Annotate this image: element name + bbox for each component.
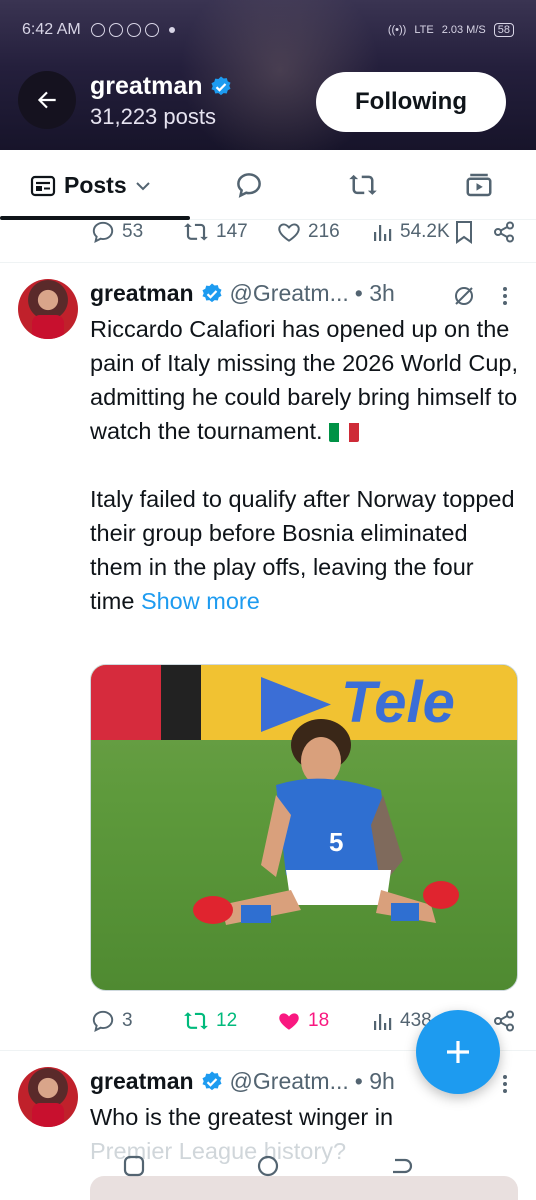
- like-button[interactable]: 216: [276, 217, 340, 247]
- views-chart-icon: [374, 1014, 392, 1030]
- like-button[interactable]: 18: [276, 1006, 329, 1036]
- repost-button[interactable]: 147: [182, 217, 248, 247]
- tab-replies-icon[interactable]: [234, 170, 264, 200]
- like-count: 18: [308, 1010, 330, 1031]
- reply-button[interactable]: 53: [90, 217, 143, 247]
- grok-icon[interactable]: [452, 284, 476, 308]
- tweet-paragraph-1: Riccardo Calafiori has opened up on the …: [90, 316, 519, 444]
- recent-apps-icon[interactable]: [122, 1154, 146, 1178]
- signal-icon: ((•)): [387, 24, 407, 36]
- notification-icons: [90, 23, 159, 37]
- chevron-down-icon: [135, 181, 150, 190]
- more-options-icon[interactable]: [500, 1072, 510, 1096]
- battery-icon: 58: [493, 23, 514, 37]
- author-name[interactable]: greatman: [90, 1068, 194, 1095]
- following-button[interactable]: Following: [316, 72, 506, 132]
- arrow-left-icon: [37, 91, 56, 109]
- more-options-icon[interactable]: [500, 284, 510, 308]
- reply-icon: [92, 1010, 114, 1032]
- author-name[interactable]: greatman: [90, 280, 194, 307]
- show-more-link[interactable]: Show more: [141, 588, 260, 614]
- reply-count: 3: [122, 1010, 133, 1031]
- tweet-line-1: Who is the greatest winger in: [90, 1104, 394, 1130]
- reply-icon: [92, 221, 114, 243]
- tweet-image[interactable]: Tele 5: [90, 664, 518, 991]
- author-handle[interactable]: @Greatm...: [230, 280, 349, 307]
- verified-badge-icon: [202, 283, 222, 302]
- bookmark-icon[interactable]: [454, 220, 474, 244]
- plus-icon: [447, 1041, 469, 1063]
- home-icon[interactable]: [256, 1154, 280, 1178]
- repost-count: 12: [216, 1010, 238, 1031]
- like-count: 216: [308, 221, 340, 242]
- jersey-number: 5: [329, 827, 344, 857]
- author-handle[interactable]: @Greatm...: [230, 1068, 349, 1095]
- previous-tweet-actions: 53 147 216 54.2K: [90, 217, 520, 247]
- repost-count: 147: [216, 221, 248, 242]
- back-nav-icon[interactable]: [388, 1154, 414, 1178]
- more-notifications-dot: [168, 27, 175, 33]
- italy-flag-emoji: [329, 420, 360, 442]
- tweet-header: greatman @Greatm... • 3h: [90, 280, 395, 307]
- tweet-text: Riccardo Calafiori has opened up on the …: [90, 312, 520, 618]
- profile-name: greatman: [90, 72, 203, 100]
- reply-button[interactable]: 3: [90, 1006, 133, 1036]
- tab-posts[interactable]: Posts: [30, 172, 151, 199]
- views-button[interactable]: 54.2K: [372, 217, 450, 247]
- views-chart-icon: [374, 225, 392, 241]
- status-time: 6:42 AM: [22, 21, 81, 38]
- repost-icon: [184, 223, 208, 241]
- status-bar: 6:42 AM ((•)) LTE 2.03 M/S 58: [0, 10, 536, 50]
- share-icon[interactable]: [492, 220, 516, 244]
- verified-badge-icon: [211, 76, 231, 95]
- tweet-time: • 9h: [354, 1068, 395, 1094]
- reply-count: 53: [122, 221, 144, 242]
- tab-reposts-icon[interactable]: [347, 170, 379, 200]
- system-navigation-bar: [0, 1148, 536, 1188]
- tab-media-icon[interactable]: [464, 170, 494, 200]
- player-illustration: [193, 719, 459, 925]
- profile-header: 6:42 AM ((•)) LTE 2.03 M/S 58 greatman 3…: [0, 0, 536, 150]
- network-type: LTE: [414, 24, 434, 36]
- profile-tab-bar: Posts: [0, 150, 536, 220]
- heart-icon: [278, 223, 300, 242]
- tweet-header: greatman @Greatm... • 9h: [90, 1068, 395, 1095]
- repost-icon: [184, 1012, 208, 1030]
- back-button[interactable]: [18, 71, 76, 129]
- verified-badge-icon: [202, 1071, 222, 1090]
- repost-button[interactable]: 12: [182, 1006, 237, 1036]
- avatar[interactable]: [18, 279, 78, 339]
- posts-list-icon: [30, 175, 56, 196]
- compose-post-button[interactable]: [416, 1010, 500, 1094]
- tweet-time: • 3h: [354, 280, 395, 306]
- tweet-divider: [0, 262, 536, 263]
- share-icon[interactable]: [492, 1009, 516, 1033]
- view-count: 54.2K: [400, 221, 450, 242]
- tab-posts-label: Posts: [64, 172, 127, 198]
- heart-filled-icon: [279, 1013, 299, 1030]
- network-speed: 2.03 M/S: [441, 24, 486, 36]
- post-count: 31,223 posts: [90, 104, 216, 129]
- avatar[interactable]: [18, 1067, 78, 1127]
